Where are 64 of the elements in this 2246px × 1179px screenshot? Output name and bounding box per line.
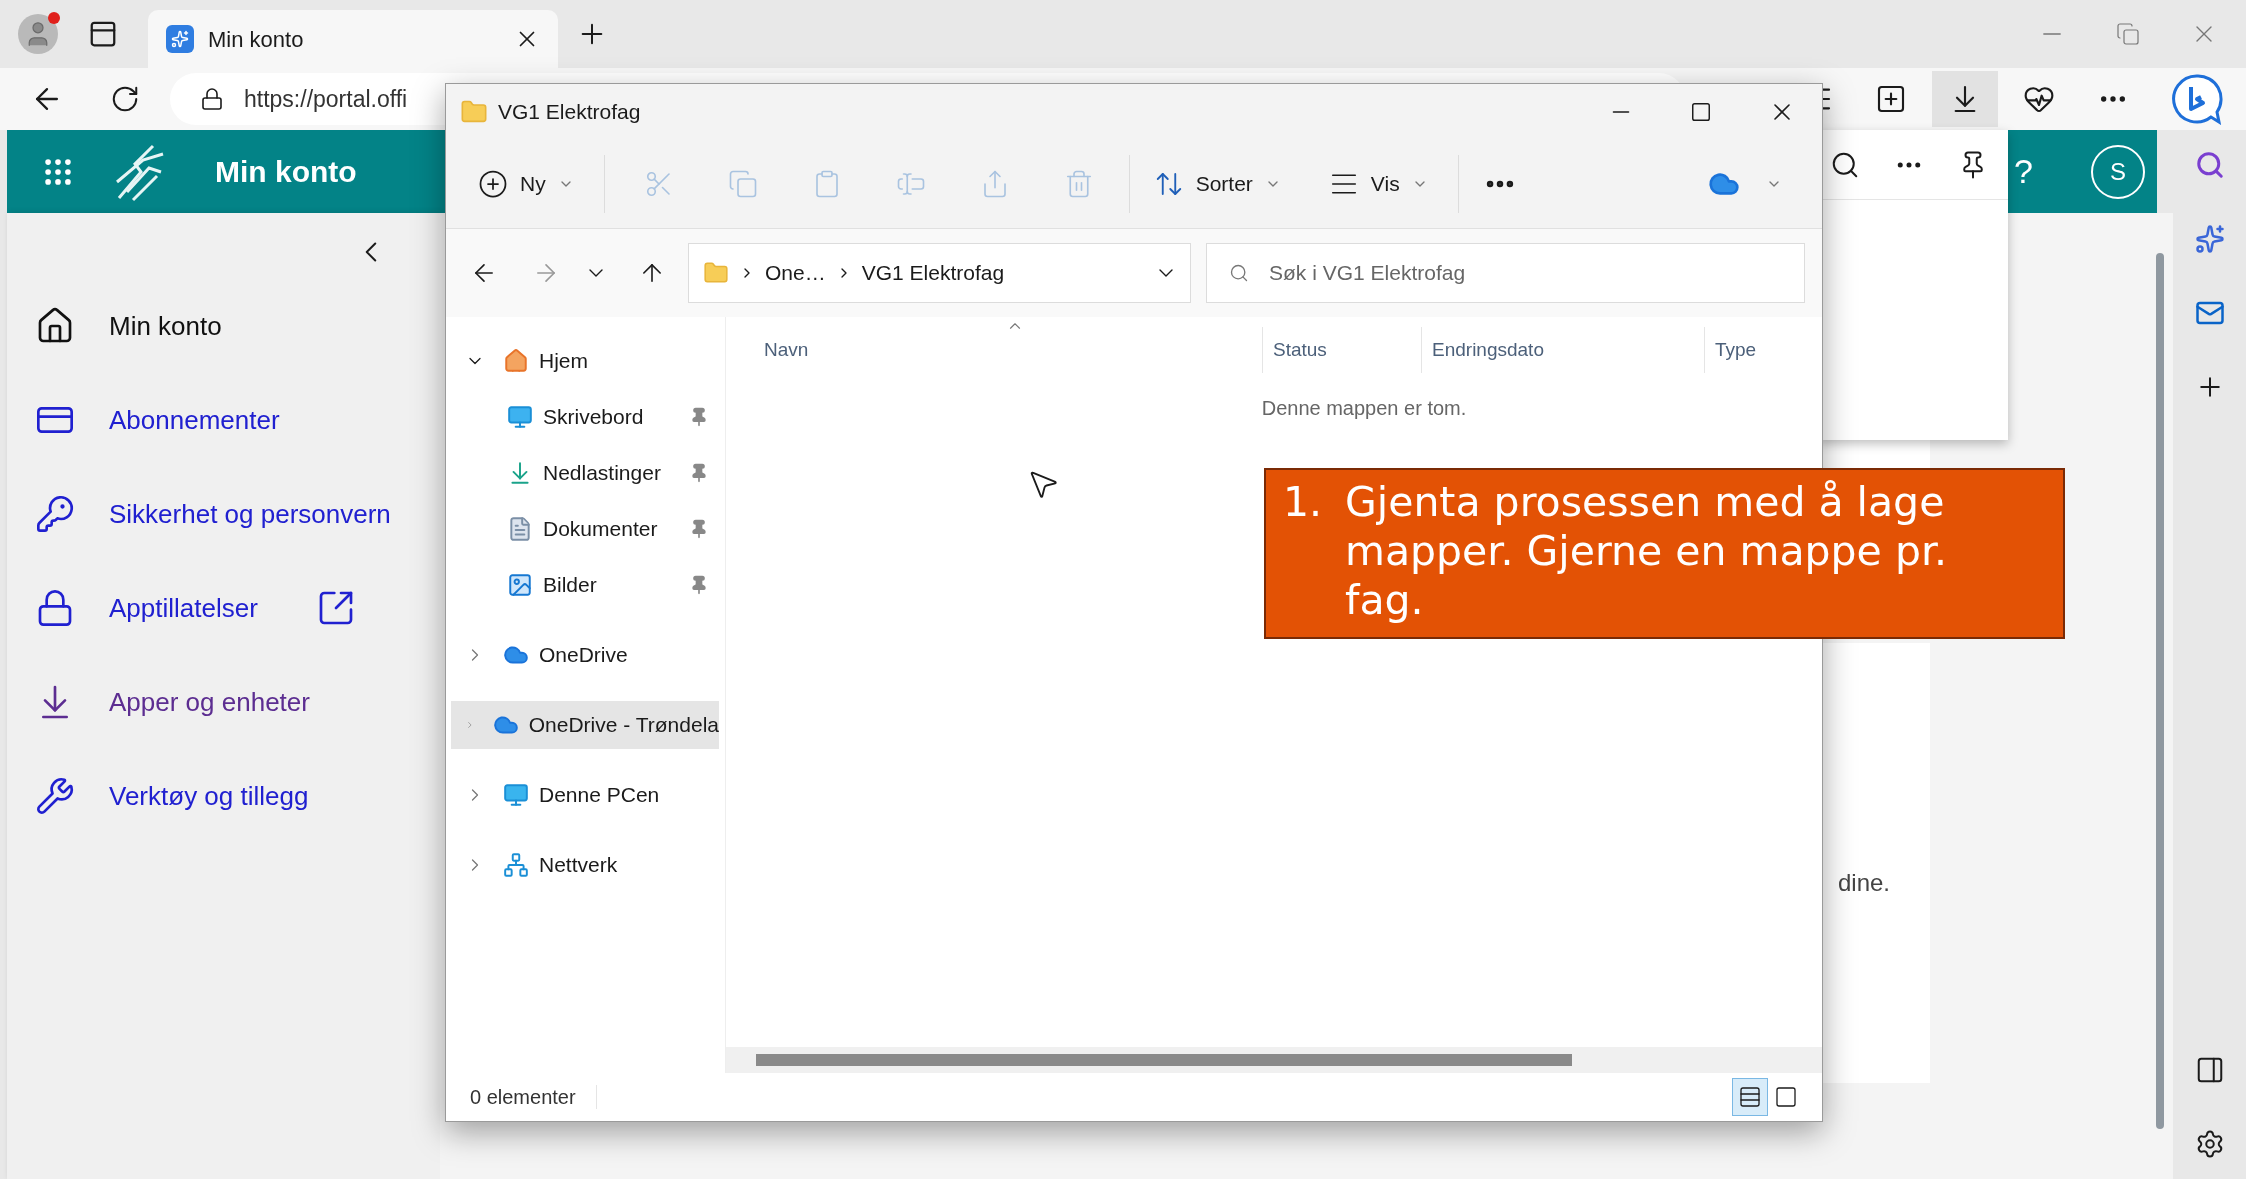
item-count: 0 elementer xyxy=(470,1085,576,1110)
nav-item[interactable]: Bilder xyxy=(451,561,719,609)
profile-avatar[interactable] xyxy=(18,14,58,54)
nav-item[interactable]: OneDrive xyxy=(451,631,719,679)
nav-item[interactable]: Nettverk xyxy=(451,841,719,889)
nav-link[interactable]: Abonnementer xyxy=(7,373,440,467)
tab-actions-icon[interactable] xyxy=(88,19,118,49)
list-number: 1. xyxy=(1283,478,1324,528)
plus-icon xyxy=(478,168,508,199)
nav-item[interactable]: Hjem xyxy=(451,337,719,385)
tiles-view-icon xyxy=(1774,1085,1798,1109)
search-icon xyxy=(1229,263,1249,283)
lock-icon xyxy=(200,87,224,111)
column-header[interactable]: Status xyxy=(1262,327,1421,373)
nav-link[interactable]: Apptillatelser xyxy=(7,561,440,655)
app-icon xyxy=(166,25,194,53)
monitor-icon xyxy=(503,782,529,808)
view-button[interactable]: Vis xyxy=(1328,167,1428,200)
picture-icon xyxy=(507,572,533,598)
nav-item[interactable]: Skrivebord xyxy=(451,393,719,441)
horizontal-scrollbar[interactable] xyxy=(726,1047,1822,1073)
column-header[interactable]: Endringsdato xyxy=(1421,327,1704,373)
header-title: Min konto xyxy=(215,154,357,190)
details-view-icon xyxy=(1738,1085,1762,1109)
nav-link[interactable]: Apper og enheter xyxy=(7,655,440,749)
nav-item[interactable]: Dokumenter xyxy=(451,505,719,553)
window-title: VG1 Elektrofag xyxy=(498,98,641,125)
search-input[interactable]: Søk i VG1 Elektrofag xyxy=(1269,257,1769,289)
maximize-icon[interactable] xyxy=(1690,100,1712,123)
collections-icon[interactable] xyxy=(1875,83,1907,115)
browser-tab[interactable]: Min konto xyxy=(148,10,558,68)
nav-link[interactable]: Verktøy og tillegg xyxy=(7,749,440,843)
column-header[interactable]: Navn xyxy=(726,327,1262,373)
key-icon xyxy=(35,494,75,534)
callout-text: Gjenta prosessen med å lage mapper. Gjerne en mappe pr. fag. xyxy=(1345,478,1949,626)
sort-button[interactable]: Sorter xyxy=(1153,167,1281,200)
empty-message: Denne mappen er tom. xyxy=(1261,396,1467,421)
tab-title: Min konto xyxy=(208,25,305,54)
home-icon xyxy=(503,348,529,374)
nav-link[interactable]: Min konto xyxy=(7,279,440,373)
address-bar[interactable]: One… VG1 Elektrofag xyxy=(688,243,1191,303)
body-text: dine. xyxy=(1837,868,1890,898)
wrench-icon xyxy=(35,776,75,816)
column-header[interactable]: Type xyxy=(1704,327,1822,373)
network-icon xyxy=(503,852,529,878)
downloads-button[interactable] xyxy=(1932,71,1998,127)
new-button[interactable]: Ny xyxy=(478,167,574,200)
scrollbar[interactable] xyxy=(2147,213,2173,1179)
refresh-icon[interactable] xyxy=(110,84,140,114)
search-field[interactable]: Søk i VG1 Elektrofag xyxy=(1206,243,1805,303)
sparkles-icon[interactable] xyxy=(2194,224,2225,254)
url-text: https://portal.offi xyxy=(244,84,408,114)
help-icon[interactable]: ? xyxy=(2014,146,2033,197)
nav-item[interactable]: Nedlastinger xyxy=(451,449,719,497)
document-icon xyxy=(507,516,533,542)
nav-link[interactable]: Sikkerhet og personvern xyxy=(7,467,440,561)
view-mode-button[interactable] xyxy=(1732,1078,1768,1116)
nav-item[interactable]: Denne PCen xyxy=(451,771,719,819)
user-avatar[interactable]: S xyxy=(2091,144,2145,199)
breadcrumb-item[interactable]: One… xyxy=(765,257,826,289)
breadcrumb-item[interactable]: VG1 Elektrofag xyxy=(861,257,1005,289)
nav-item[interactable]: OneDrive - Trøndela xyxy=(451,701,719,749)
desktop-icon xyxy=(507,404,533,430)
chat-logo-icon[interactable] xyxy=(2171,73,2223,125)
